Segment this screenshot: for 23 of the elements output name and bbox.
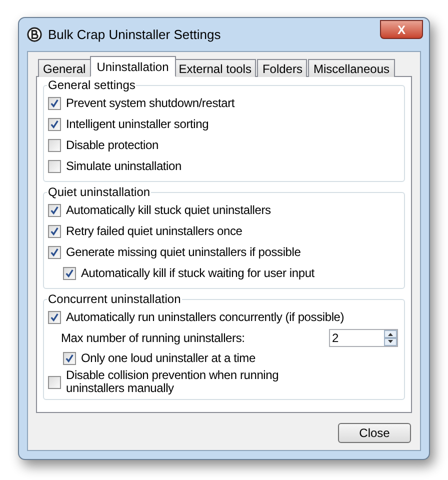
- option-label: Simulate uninstallation: [66, 160, 182, 173]
- group-title: General settings: [47, 78, 136, 92]
- window-title: Bulk Crap Uninstaller Settings: [48, 26, 222, 44]
- option-label: Prevent system shutdown/restart: [66, 97, 235, 110]
- group-title: Quiet uninstallation: [47, 185, 152, 199]
- option-label: Max number of running uninstallers:: [61, 332, 246, 344]
- number-spinner[interactable]: 2: [329, 329, 398, 347]
- option-label: Automatically run uninstallers concurrently (if possible): [66, 311, 344, 324]
- option-label: Intelligent uninstaller sorting: [66, 118, 209, 131]
- option-label: Only one loud uninstaller at a time: [81, 352, 256, 365]
- option-label: Automatically kill stuck quiet uninstallers: [66, 204, 271, 217]
- tab[interactable]: General: [38, 59, 91, 77]
- group-title: Concurrent uninstallation: [47, 292, 182, 306]
- option-label: Automatically kill if stuck waiting for user input: [81, 267, 314, 280]
- option-label: Disable collision prevention when running uninstallers manually: [66, 369, 280, 395]
- option-label: Generate missing quiet uninstallers if possible: [66, 246, 301, 259]
- tab[interactable]: Uninstallation: [90, 56, 176, 77]
- tab[interactable]: Miscellaneous: [308, 59, 395, 77]
- close-button[interactable]: Close: [338, 423, 411, 443]
- option-label: Retry failed quiet uninstallers once: [66, 225, 242, 238]
- tab[interactable]: External tools: [174, 59, 256, 77]
- option-label: Disable protection: [66, 139, 158, 152]
- tab[interactable]: Folders: [257, 59, 308, 77]
